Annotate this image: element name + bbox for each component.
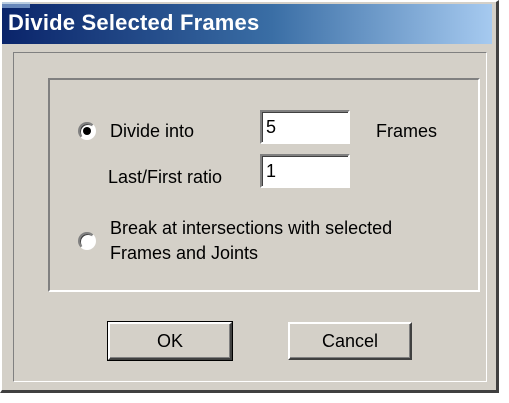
last-first-ratio-input[interactable] bbox=[260, 154, 350, 188]
break-option-label-line1[interactable]: Break at intersections with selected bbox=[110, 217, 392, 239]
break-option-label-line2[interactable]: Frames and Joints bbox=[110, 242, 258, 264]
divide-into-radio[interactable] bbox=[78, 122, 96, 140]
title-bar[interactable]: Divide Selected Frames bbox=[2, 2, 492, 44]
dialog-title: Divide Selected Frames bbox=[8, 10, 260, 35]
cancel-button[interactable]: Cancel bbox=[288, 322, 412, 360]
divide-into-label[interactable]: Divide into bbox=[110, 120, 194, 142]
frames-unit-label: Frames bbox=[376, 121, 438, 141]
frame-count-input[interactable] bbox=[260, 110, 350, 144]
divide-frames-dialog: Divide Selected Frames Divide into Frame… bbox=[0, 0, 499, 393]
break-at-intersections-radio[interactable] bbox=[78, 232, 96, 250]
ok-button[interactable]: OK bbox=[107, 321, 233, 361]
title-bar-highlight bbox=[2, 2, 30, 8]
radio-selected-dot bbox=[83, 127, 91, 135]
last-first-ratio-label: Last/First ratio bbox=[108, 167, 223, 187]
